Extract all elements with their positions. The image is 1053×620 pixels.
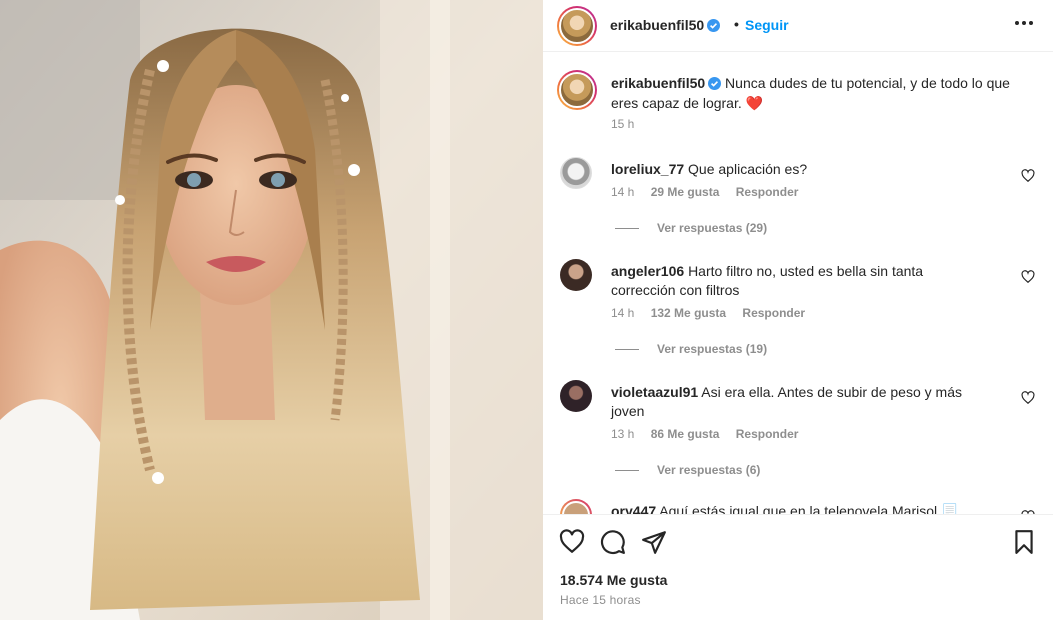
author-username[interactable]: erikabuenfil50: [610, 17, 721, 33]
comment-time[interactable]: 14 h: [611, 185, 634, 199]
comment-icon[interactable]: [600, 529, 626, 555]
heart-icon[interactable]: [1021, 169, 1035, 183]
post-header: erikabuenfil50 • Seguir: [543, 0, 1053, 52]
caption-author-avatar[interactable]: [557, 70, 597, 110]
send-icon[interactable]: [641, 529, 667, 555]
view-replies-label[interactable]: Ver respuestas (6): [657, 463, 760, 477]
comment-time[interactable]: 13 h: [611, 427, 634, 441]
comment-text: loreliux_77 Que aplicación es?: [611, 160, 991, 179]
like-count[interactable]: 18.574 Me gusta: [560, 572, 667, 588]
caption-username[interactable]: erikabuenfil50: [611, 75, 705, 91]
comment-username[interactable]: ory447: [611, 503, 656, 514]
comment-body: Aquí estás igual que en la telenovela Ma…: [659, 503, 959, 514]
comment-time[interactable]: 14 h: [611, 306, 634, 320]
commenter-avatar[interactable]: [560, 499, 592, 514]
commenter-avatar[interactable]: [560, 157, 592, 189]
verified-badge-icon: [707, 19, 721, 32]
replies-divider-line: [615, 349, 639, 351]
comment-text: violetaazul91 Asi era ella. Antes de sub…: [611, 383, 991, 421]
bookmark-icon[interactable]: [1011, 529, 1037, 555]
author-avatar[interactable]: [557, 6, 597, 46]
view-replies-button[interactable]: Ver respuestas (19): [615, 342, 767, 356]
caption-timestamp[interactable]: 15 h: [611, 117, 634, 131]
view-replies-button[interactable]: Ver respuestas (6): [615, 463, 760, 477]
comment-likes[interactable]: 29 Me gusta: [651, 185, 720, 199]
comment-username[interactable]: violetaazul91: [611, 384, 698, 400]
post-image-illustration: [0, 0, 543, 620]
verified-badge-icon: [708, 77, 722, 90]
heart-icon[interactable]: [1021, 270, 1035, 284]
comment-meta: 13 h 86 Me gusta Responder: [611, 427, 811, 441]
replies-divider-line: [615, 470, 639, 472]
post-photo[interactable]: [0, 0, 543, 620]
follow-button[interactable]: Seguir: [745, 17, 789, 33]
comment-text: ory447 Aquí estás igual que en la teleno…: [611, 502, 991, 514]
heart-icon[interactable]: [1021, 391, 1035, 405]
comment-likes[interactable]: 132 Me gusta: [651, 306, 726, 320]
replies-divider-line: [615, 228, 639, 230]
comment-meta: 14 h 132 Me gusta Responder: [611, 306, 818, 320]
comment-meta: 14 h 29 Me gusta Responder: [611, 185, 811, 199]
comment-username[interactable]: angeler106: [611, 263, 684, 279]
author-username-text[interactable]: erikabuenfil50: [610, 17, 704, 33]
reply-button[interactable]: Responder: [736, 427, 799, 441]
post-timestamp[interactable]: Hace 15 horas: [560, 593, 641, 607]
view-replies-label[interactable]: Ver respuestas (19): [657, 342, 767, 356]
commenter-avatar[interactable]: [560, 259, 592, 291]
reply-button[interactable]: Responder: [736, 185, 799, 199]
commenter-avatar[interactable]: [560, 380, 592, 412]
header-separator: •: [734, 16, 739, 32]
post-details-panel: erikabuenfil50 • Seguir erikabuenfil50 N…: [543, 0, 1053, 620]
caption-text: erikabuenfil50 Nunca dudes de tu potenci…: [611, 73, 1021, 113]
heart-icon[interactable]: [559, 529, 585, 555]
comment-text: angeler106 Harto filtro no, usted es bel…: [611, 262, 991, 300]
comment-likes[interactable]: 86 Me gusta: [651, 427, 720, 441]
comment-username[interactable]: loreliux_77: [611, 161, 684, 177]
view-replies-label[interactable]: Ver respuestas (29): [657, 221, 767, 235]
view-replies-button[interactable]: Ver respuestas (29): [615, 221, 767, 235]
post-actions: 18.574 Me gusta Hace 15 horas: [543, 514, 1053, 620]
comment-body: Que aplicación es?: [688, 161, 808, 177]
more-dots-icon[interactable]: [1013, 12, 1035, 34]
reply-button[interactable]: Responder: [742, 306, 805, 320]
comments-section[interactable]: erikabuenfil50 Nunca dudes de tu potenci…: [543, 53, 1053, 514]
